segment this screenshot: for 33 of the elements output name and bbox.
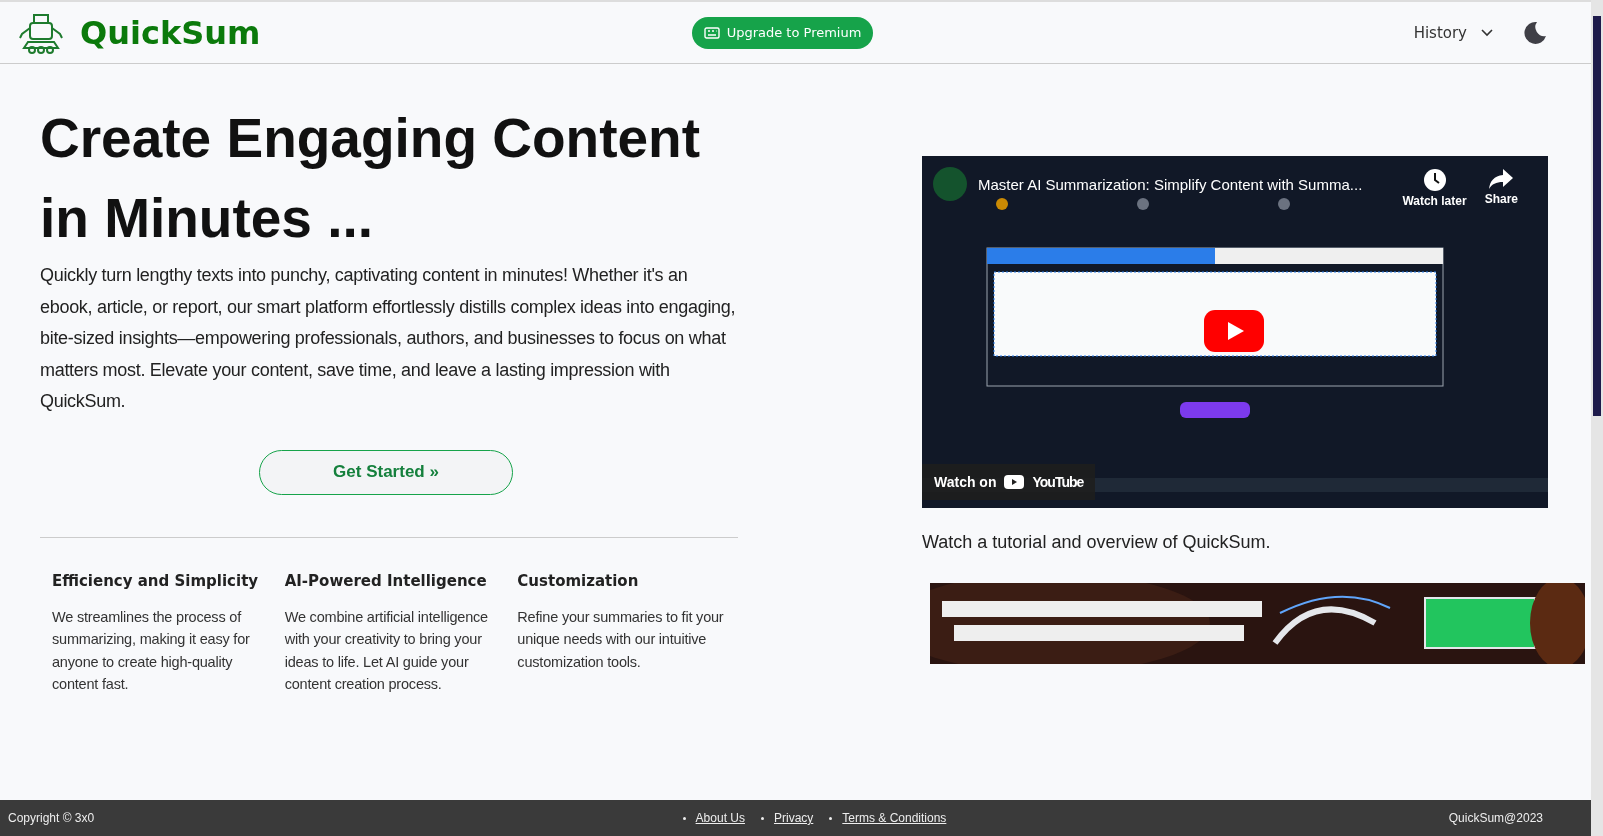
scrollbar[interactable] [1591,0,1603,836]
video-caption: Watch a tutorial and overview of QuickSum. [922,532,1272,553]
footer-link[interactable]: Terms & Conditions [842,811,947,825]
bullet-icon [760,816,764,820]
moon-icon[interactable] [1523,20,1547,45]
clock-icon [1422,168,1447,192]
copyright-text: Copyright © 3x0 [8,811,95,825]
share-button[interactable]: Share [1484,168,1518,208]
history-dropdown[interactable]: History [1407,22,1499,43]
card-icon [703,26,720,39]
footer-brand-text: QuickSum@2023 [1448,811,1543,825]
feature-text: We streamlines the process of summarizing, making it easy for anyone to create high-quality content fast. [52,607,251,694]
feature-text: Refine your summaries to fit your unique needs with our intuitive customization tools. [517,607,725,672]
bullet-icon [829,816,833,820]
play-logo-icon [1004,475,1025,489]
chevron-down-icon [1481,28,1493,37]
hero-title: Create Engaging Content in Minutes ... [40,106,702,251]
robot-icon [18,11,64,54]
brand-name[interactable]: QuickSum [80,13,261,52]
feature-title: Customization [517,571,640,590]
video-title[interactable]: Master AI Summarization: Simplify Content with Summa... [978,176,1363,193]
watch-on-youtube-button[interactable]: Watch on YouTube [922,464,1096,500]
footer-link[interactable]: Privacy [773,811,814,825]
play-button[interactable] [1204,310,1264,352]
feature-title: Efficiency and Simplicity [52,571,260,590]
footer-link[interactable]: About Us [695,811,745,825]
hero-text: Quickly turn lengthy texts into punchy, captivating content in minutes! Whether it's an ebook, article, or report, our smart platform effortlessly distills complex ideas into engaging, bite-sized insights—empowering professionals, authors, and businesses to focus on what matters most. Elevate your content, save time, and leave a lasting impression with QuickSum. [40,264,737,413]
feature-title: AI-Powered Intelligence [284,571,488,590]
share-arrow-icon [1488,168,1515,190]
bullet-icon [682,816,686,820]
watch-later-button[interactable]: Watch later [1402,168,1467,208]
feature-text: We combine artificial intelligence with your creativity to bring your ideas to life. Let AI guide your content creation process. [284,607,489,694]
get-started-button[interactable]: Get Started » [259,449,513,495]
